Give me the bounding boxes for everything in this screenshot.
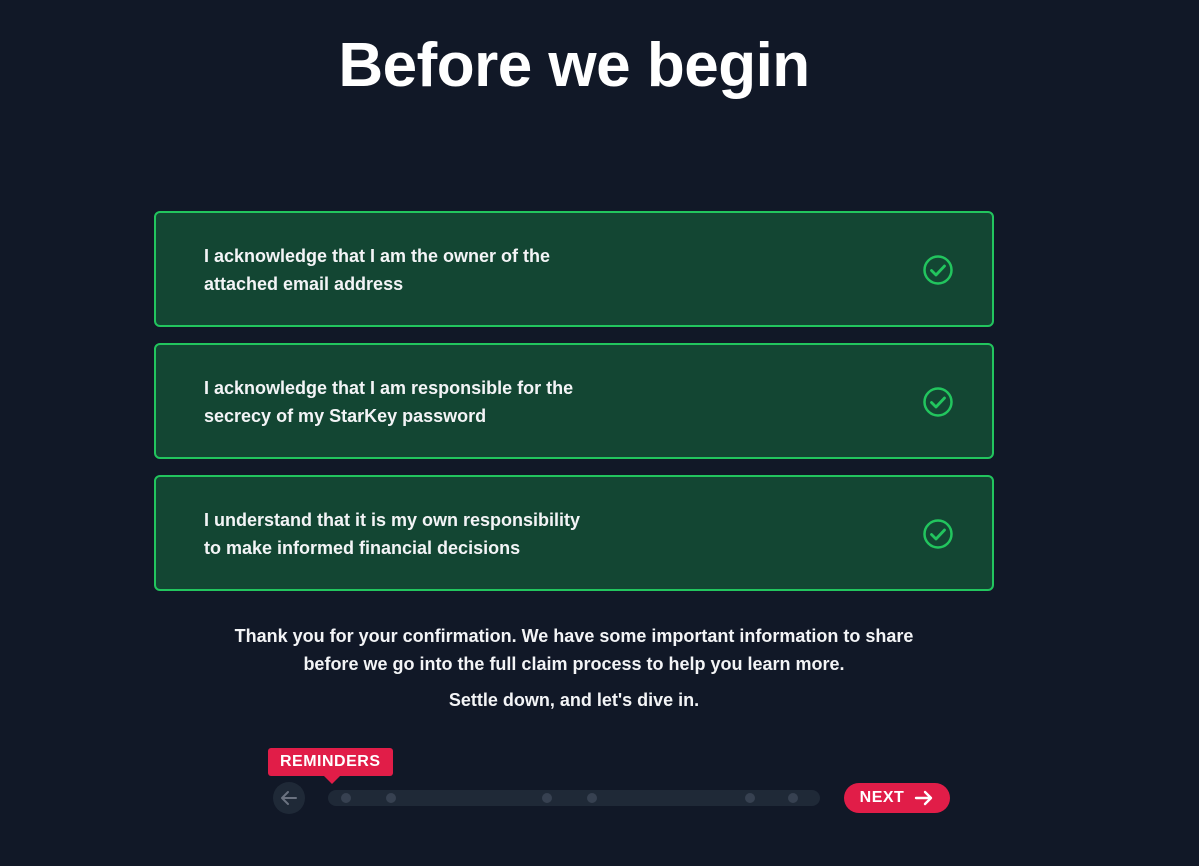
check-circle-icon [923,519,953,549]
step-dot[interactable] [386,793,396,803]
step-dot[interactable] [341,793,351,803]
check-circle-icon [923,387,953,417]
arrow-right-icon [915,790,933,806]
next-button[interactable]: NEXT [844,783,950,813]
page: Before we begin I acknowledge that I am … [0,0,1199,866]
reminders-tooltip: REMINDERS [268,748,393,784]
step-dot[interactable] [788,793,798,803]
next-label: NEXT [859,789,905,806]
page-title: Before we begin [338,31,810,100]
step-dot[interactable] [745,793,755,803]
confirmation-message: Thank you for your confirmation. We have… [234,626,914,674]
acknowledgement-card-password[interactable]: I acknowledge that I am responsible for … [154,343,994,459]
back-button[interactable] [273,782,305,814]
arrow-left-icon [281,791,297,805]
acknowledgement-card-financial[interactable]: I understand that it is my own responsib… [154,475,994,591]
acknowledgement-card-owner[interactable]: I acknowledge that I am the owner of the… [154,211,994,327]
dive-in-message: Settle down, and let's dive in. [448,690,700,710]
check-circle-icon [923,255,953,285]
acknowledgement-text: I acknowledge that I am the owner of the… [204,246,551,294]
acknowledgement-text: I understand that it is my own responsib… [204,510,581,558]
step-dot[interactable] [587,793,597,803]
progress-track [328,790,820,806]
step-dot[interactable] [542,793,552,803]
acknowledgement-text: I acknowledge that I am responsible for … [204,378,574,426]
